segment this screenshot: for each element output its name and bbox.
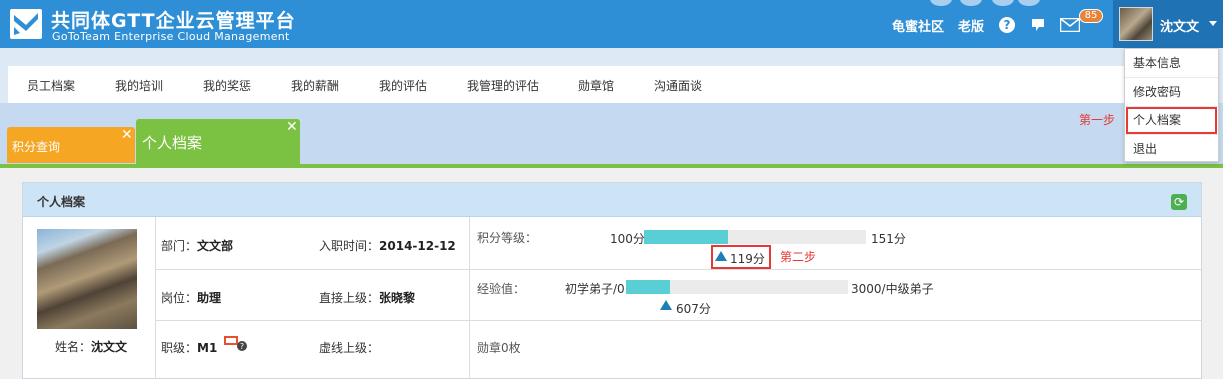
points-progress-fill (644, 230, 729, 244)
triangle-up-icon (715, 251, 727, 261)
photo-cell: 姓名：沈文文 (23, 217, 156, 379)
nav-item-my-training[interactable]: 我的培训 (115, 77, 163, 94)
app-subtitle: GoToTeam Enterprise Cloud Management (52, 30, 290, 43)
department-value: 文文部 (197, 239, 234, 253)
panel-header: 个人档案 ⟳ (23, 183, 1201, 217)
mail-count-badge: 85 (1079, 9, 1103, 23)
profile-panel: 个人档案 ⟳ 姓名：沈文文 部门：文文部 入职时间：2014-12-12 积分等… (22, 182, 1202, 379)
virtual-supervisor-field: 虚线上级： (319, 341, 380, 355)
user-dropdown-menu: 基本信息 修改密码 个人档案 退出 (1124, 48, 1219, 162)
name-field: 姓名：沈文文 (55, 338, 127, 355)
experience-max: 3000/中级弟子 (851, 282, 934, 296)
tab-points-query[interactable]: 积分查询 ✕ (7, 127, 135, 163)
medal-count: 勋章0枚 (477, 341, 521, 355)
chevron-down-icon (1209, 21, 1217, 26)
nav-item-my-salary[interactable]: 我的薪酬 (291, 77, 339, 94)
close-icon[interactable]: ✕ (121, 127, 133, 143)
position-field: 岗位：助理 (161, 291, 222, 305)
supervisor-value: 张晓黎 (379, 291, 416, 305)
row-divider (156, 320, 1201, 321)
svg-text:?: ? (240, 342, 244, 351)
step2-annotation: 第二步 (780, 250, 817, 264)
main-nav: 员工档案 我的培训 我的奖惩 我的薪酬 我的评估 我管理的评估 勋章馆 沟通面谈 (8, 66, 1215, 103)
menu-item-logout[interactable]: 退出 (1125, 135, 1218, 164)
user-name: 沈文文 (1160, 20, 1200, 35)
tab-personal-profile[interactable]: 个人档案 ✕ (136, 119, 300, 164)
hire-date-value: 2014-12-12 (379, 239, 456, 253)
menu-item-change-password[interactable]: 修改密码 (1125, 78, 1218, 107)
rank-field: 职级：M1 (161, 341, 218, 355)
refresh-icon[interactable]: ⟳ (1171, 194, 1187, 210)
rank-value: M1 (197, 341, 218, 355)
points-label: 积分等级： (477, 231, 538, 245)
nav-item-my-evaluation[interactable]: 我的评估 (379, 77, 427, 94)
experience-label: 经验值： (477, 282, 526, 296)
name-value: 沈文文 (91, 340, 128, 354)
tab-label: 积分查询 (12, 140, 61, 154)
nav-item-medal-hall[interactable]: 勋章馆 (578, 77, 614, 94)
points-progress-bar (644, 230, 866, 244)
old-version-link[interactable]: 老版 (958, 16, 984, 35)
triangle-up-icon (660, 300, 672, 310)
points-max: 151分 (871, 232, 906, 246)
name-label: 姓名： (55, 340, 92, 354)
nav-item-managed-evaluation[interactable]: 我管理的评估 (467, 77, 539, 94)
points-min: 100分 (610, 232, 645, 246)
step1-annotation: 第一步 (1079, 113, 1116, 127)
experience-min: 初学弟子/0 (565, 282, 625, 296)
decorative-clouds (930, 0, 1040, 8)
menu-item-basic-info[interactable]: 基本信息 (1125, 49, 1218, 78)
mail-icon[interactable] (1059, 17, 1081, 35)
feedback-icon[interactable] (1029, 16, 1047, 37)
position-value: 助理 (197, 291, 222, 305)
column-divider (469, 217, 470, 379)
tab-label: 个人档案 (142, 134, 203, 152)
nav-item-employee-files[interactable]: 员工档案 (27, 77, 75, 94)
hire-date-field: 入职时间：2014-12-12 (319, 239, 456, 253)
experience-progress-fill (626, 280, 671, 294)
row-divider (156, 269, 1201, 270)
experience-progress-bar (626, 280, 848, 294)
close-icon[interactable]: ✕ (286, 119, 298, 135)
help-icon[interactable]: ? (999, 17, 1015, 33)
department-field: 部门：文文部 (161, 239, 234, 253)
points-current: 119分 (730, 252, 765, 266)
community-link[interactable]: 龟蜜社区 (892, 16, 944, 35)
menu-item-personal-profile[interactable]: 个人档案 (1125, 106, 1218, 135)
user-menu-toggle[interactable]: 沈文文 (1113, 0, 1223, 48)
nav-item-interviews[interactable]: 沟通面谈 (654, 77, 702, 94)
experience-current: 607分 (676, 302, 711, 316)
nav-item-rewards-penalties[interactable]: 我的奖惩 (203, 77, 251, 94)
app-title: 共同体GTT企业云管理平台 (51, 10, 296, 32)
supervisor-field: 直接上级：张晓黎 (319, 291, 416, 305)
panel-title: 个人档案 (37, 195, 86, 209)
top-header: 共同体GTT企业云管理平台 GoToTeam Enterprise Cloud … (0, 0, 1223, 48)
avatar (1119, 7, 1153, 41)
logo-icon (10, 9, 42, 39)
rank-help-icon[interactable]: ? (224, 335, 247, 351)
profile-photo (37, 229, 137, 329)
